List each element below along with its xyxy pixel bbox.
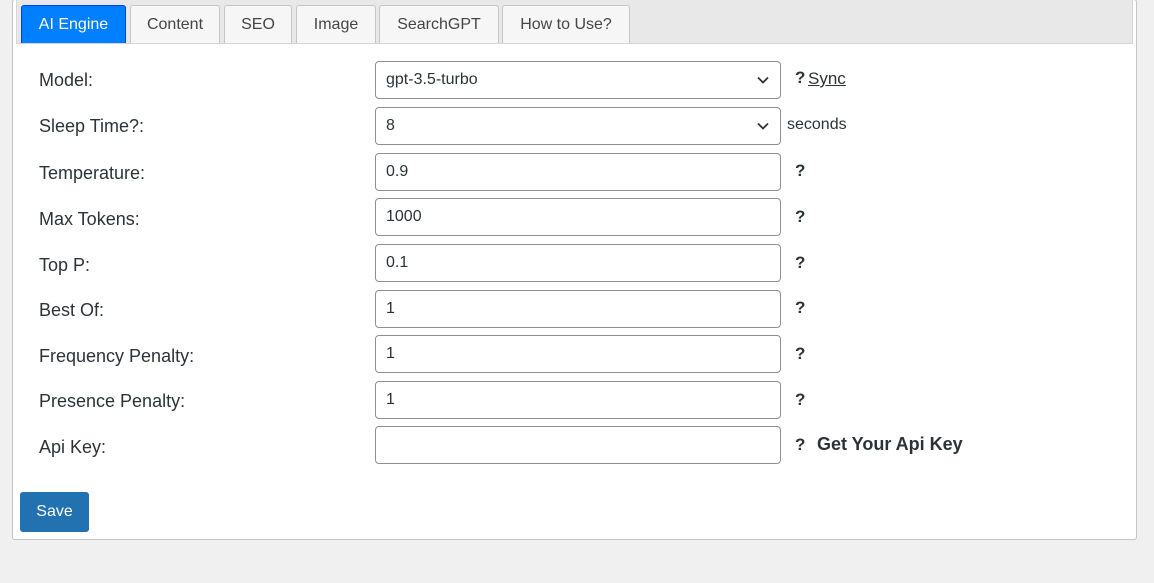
api-key-label: Api Key: — [39, 437, 107, 457]
chevron-down-icon — [757, 122, 769, 130]
sleep-time-value: 8 — [386, 117, 395, 134]
model-help-icon[interactable]: ? — [795, 68, 805, 88]
max-tokens-label: Max Tokens: — [39, 209, 140, 229]
tab-ai-engine[interactable]: AI Engine — [21, 5, 126, 43]
sync-link[interactable]: Sync — [808, 69, 846, 89]
max-tokens-help-icon[interactable]: ? — [795, 207, 805, 227]
frequency-penalty-help-icon[interactable]: ? — [795, 344, 805, 364]
top-p-label: Top P: — [39, 255, 91, 275]
presence-penalty-input[interactable] — [375, 381, 781, 419]
best-of-label: Best Of: — [39, 300, 105, 320]
presence-penalty-label: Presence Penalty: — [39, 391, 186, 411]
tab-content[interactable]: Content — [130, 5, 220, 43]
top-p-help-icon[interactable]: ? — [795, 253, 805, 273]
tab-searchgpt[interactable]: SearchGPT — [379, 5, 499, 43]
model-value: gpt-3.5-turbo — [386, 71, 478, 88]
frequency-penalty-label: Frequency Penalty: — [39, 346, 195, 366]
get-api-key-link[interactable]: Get Your Api Key — [817, 434, 963, 455]
temperature-input[interactable] — [375, 153, 781, 191]
api-key-help-icon[interactable]: ? — [795, 435, 805, 455]
top-p-input[interactable] — [375, 244, 781, 282]
tab-how-to-use[interactable]: How to Use? — [502, 5, 630, 43]
api-key-input[interactable] — [375, 426, 781, 464]
tab-image[interactable]: Image — [296, 5, 376, 43]
temperature-label: Temperature: — [39, 163, 146, 183]
model-select[interactable]: gpt-3.5-turbo — [375, 61, 781, 99]
best-of-input[interactable] — [375, 290, 781, 328]
max-tokens-input[interactable] — [375, 198, 781, 236]
best-of-help-icon[interactable]: ? — [795, 298, 805, 318]
chevron-down-icon — [757, 76, 769, 84]
model-label: Model: — [39, 70, 94, 90]
frequency-penalty-input[interactable] — [375, 335, 781, 373]
presence-penalty-help-icon[interactable]: ? — [795, 390, 805, 410]
save-button[interactable]: Save — [20, 492, 89, 532]
temperature-help-icon[interactable]: ? — [795, 161, 805, 181]
sleep-time-label: Sleep Time?: — [39, 116, 145, 136]
tab-bar: AI Engine Content SEO Image SearchGPT Ho… — [16, 0, 1133, 44]
sleep-time-select[interactable]: 8 — [375, 107, 781, 145]
sleep-time-unit: seconds — [787, 116, 847, 133]
tab-seo[interactable]: SEO — [224, 5, 292, 43]
